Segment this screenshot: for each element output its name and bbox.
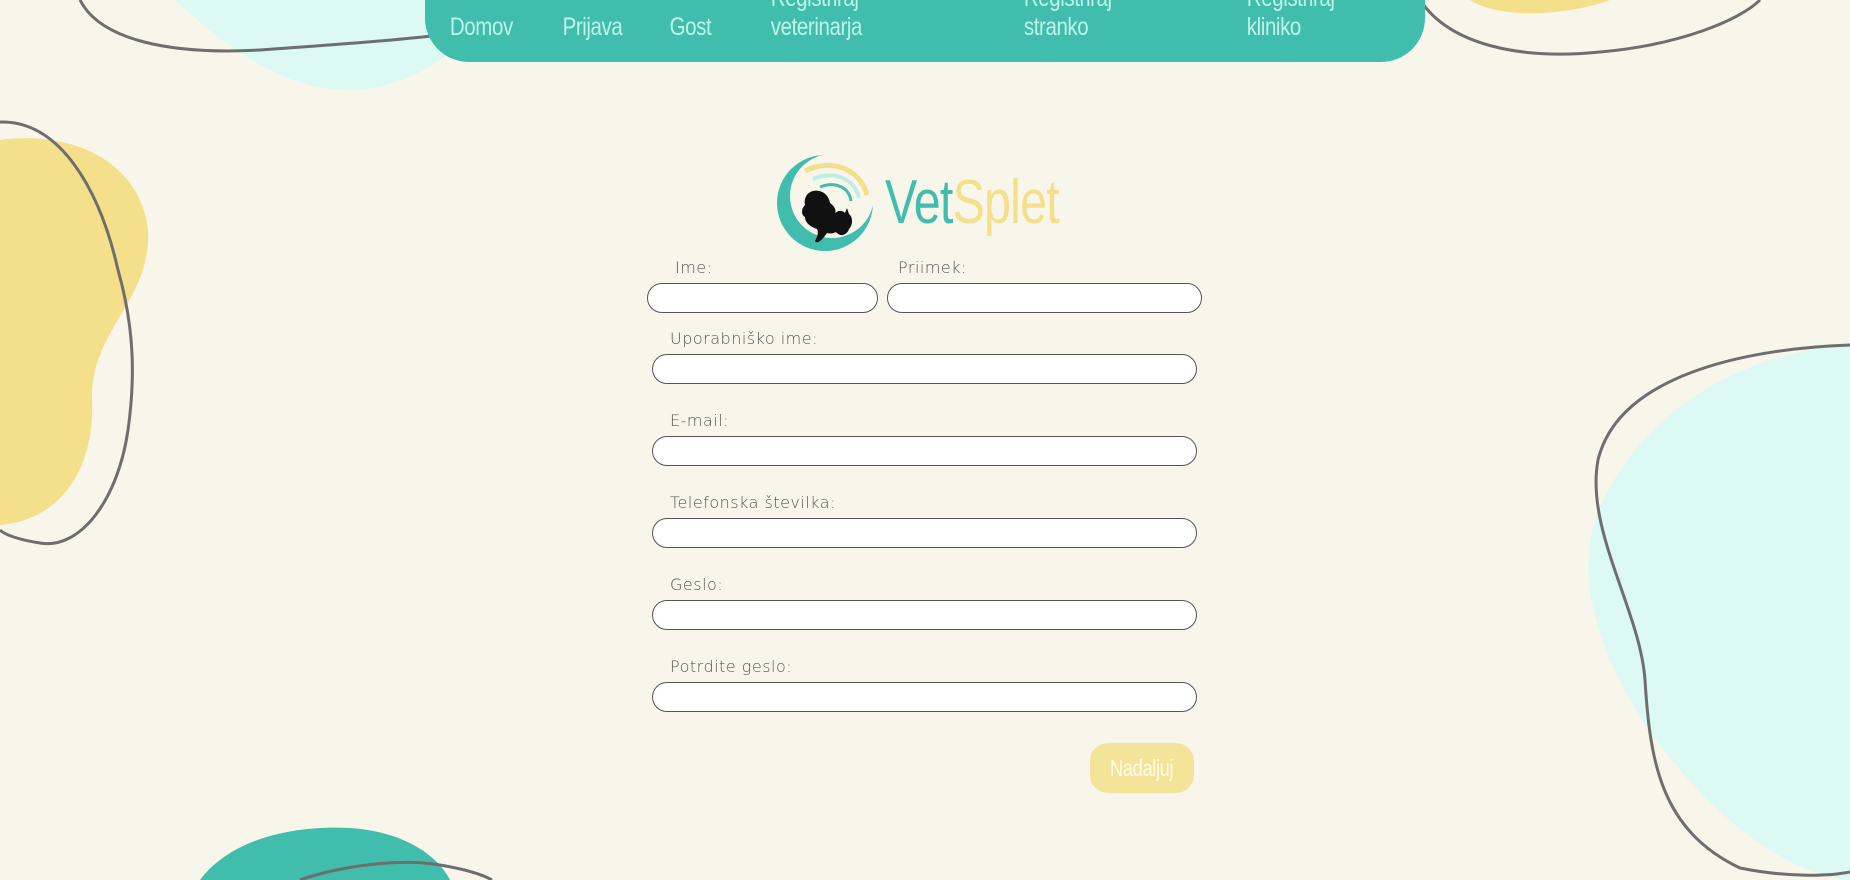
username-label: Uporabniško ime: xyxy=(670,329,818,348)
vetsplet-logo: VetSplet xyxy=(775,153,1108,253)
password-input[interactable] xyxy=(652,600,1197,630)
phone-input[interactable] xyxy=(652,518,1197,548)
email-input[interactable] xyxy=(652,436,1197,466)
logo-text-vet: Vet xyxy=(885,168,953,237)
confirm-password-label: Potrdite geslo: xyxy=(670,657,793,676)
last-name-input[interactable] xyxy=(887,283,1202,313)
top-navbar: Domov Prijava Gost Registriraj veterinar… xyxy=(425,0,1425,62)
blob-top-right-outline xyxy=(1418,0,1762,56)
confirm-password-input[interactable] xyxy=(652,682,1197,712)
username-input[interactable] xyxy=(652,354,1197,384)
password-label: Geslo: xyxy=(670,575,724,594)
pet-logo-icon xyxy=(777,154,874,251)
nav-link-domov[interactable]: Domov xyxy=(435,13,527,42)
nav-link-registriraj-veterinarja[interactable]: Registriraj veterinarja xyxy=(756,0,966,42)
nav-link-prijava[interactable]: Prijava xyxy=(547,13,636,42)
blob-left-yellow xyxy=(0,138,149,525)
logo-text-splet: Splet xyxy=(952,168,1060,237)
blob-right-teal xyxy=(1588,345,1850,880)
phone-label: Telefonska številka: xyxy=(670,493,836,512)
nav-link-registriraj-kliniko[interactable]: Registriraj kliniko xyxy=(1232,0,1406,42)
blob-top-right-yellow xyxy=(1470,0,1610,14)
last-name-label: Priimek: xyxy=(898,258,967,277)
email-label: E-mail: xyxy=(670,411,730,430)
nav-link-registriraj-stranko[interactable]: Registriraj stranko xyxy=(1010,0,1194,42)
first-name-input[interactable] xyxy=(647,283,878,313)
first-name-label: Ime: xyxy=(675,258,713,277)
logo-wordmark: VetSplet xyxy=(885,172,1060,234)
nav-link-gost[interactable]: Gost xyxy=(654,13,725,42)
continue-button[interactable]: Nadaljuj xyxy=(1090,743,1194,793)
continue-button-label: Nadaljuj xyxy=(1110,754,1174,781)
